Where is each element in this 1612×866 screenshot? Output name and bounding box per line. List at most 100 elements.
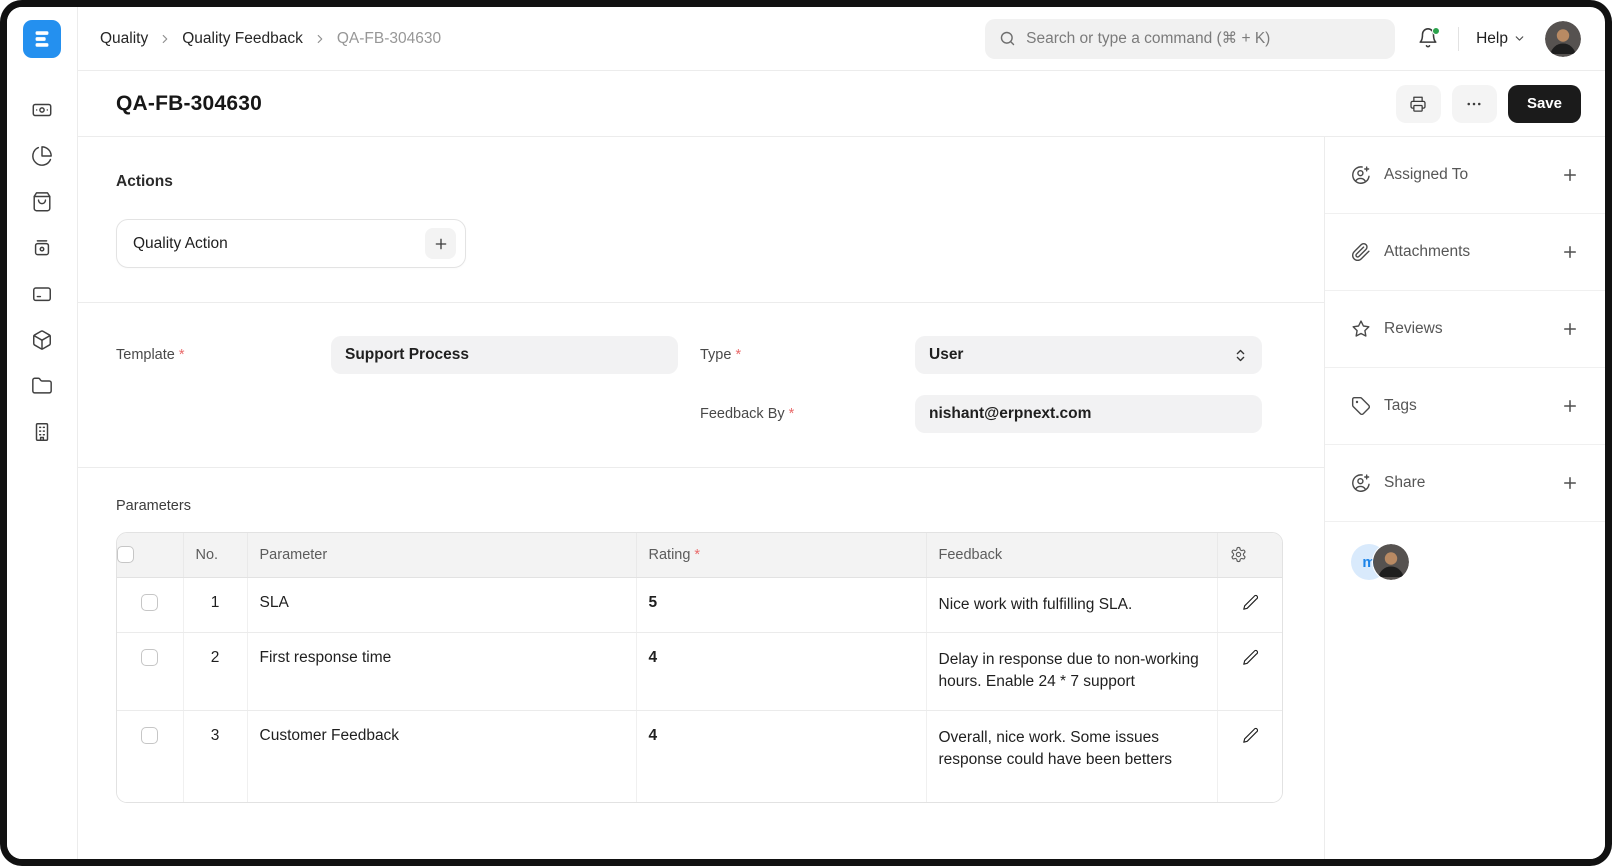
save-button[interactable]: Save — [1508, 85, 1581, 123]
table-row: 3 Customer Feedback 4 Overall, nice work… — [117, 710, 1283, 801]
print-button[interactable] — [1396, 85, 1441, 123]
topbar: Quality Quality Feedback QA-FB-304630 — [78, 7, 1605, 71]
chevron-down-icon — [1513, 32, 1526, 45]
search-input[interactable] — [1026, 30, 1381, 48]
row-checkbox[interactable] — [141, 649, 158, 666]
template-input[interactable]: Support Process — [331, 336, 678, 374]
reviews-section[interactable]: Reviews — [1325, 291, 1605, 368]
type-label: Type* — [700, 347, 915, 363]
user-photo-avatar[interactable] — [1372, 543, 1410, 581]
user-avatar[interactable] — [1545, 21, 1581, 57]
row-checkbox[interactable] — [141, 727, 158, 744]
actions-heading: Actions — [116, 173, 1284, 191]
cell-no: 2 — [183, 632, 247, 710]
erpnext-logo[interactable] — [23, 20, 61, 58]
table-settings-button[interactable] — [1217, 533, 1283, 577]
pencil-icon — [1242, 649, 1259, 666]
quality-action-card[interactable]: Quality Action — [116, 219, 466, 268]
cell-parameter: SLA — [247, 577, 636, 632]
help-label: Help — [1476, 30, 1508, 48]
add-review-button[interactable] — [1561, 320, 1579, 338]
app-window: Quality Quality Feedback QA-FB-304630 — [7, 7, 1605, 859]
user-plus-icon — [1351, 165, 1371, 185]
feedback-by-label: Feedback By* — [700, 406, 915, 422]
form-section: Template* Support Process Type* User — [78, 303, 1324, 468]
select-all-checkbox[interactable] — [117, 546, 134, 563]
column-header-no: No. — [183, 533, 247, 577]
chevron-right-icon — [313, 32, 327, 46]
reviews-label: Reviews — [1384, 320, 1443, 338]
search-icon — [999, 30, 1016, 47]
cell-rating: 5 — [636, 577, 926, 632]
chevron-right-icon — [158, 32, 172, 46]
building-icon[interactable] — [31, 421, 53, 443]
type-select[interactable]: User — [915, 336, 1262, 374]
edit-row-button[interactable] — [1217, 577, 1283, 632]
shopping-bag-icon[interactable] — [31, 191, 53, 213]
more-options-button[interactable] — [1452, 85, 1497, 123]
cell-parameter: First response time — [247, 632, 636, 710]
actions-section: Actions Quality Action — [78, 137, 1324, 303]
assigned-to-section[interactable]: Assigned To — [1325, 137, 1605, 214]
help-menu[interactable]: Help — [1476, 30, 1526, 48]
credit-card-icon[interactable] — [31, 283, 53, 305]
plus-icon — [1561, 397, 1579, 415]
main-content: Actions Quality Action Template* — [78, 137, 1324, 859]
notifications-bell-icon[interactable] — [1417, 27, 1441, 51]
edit-row-button[interactable] — [1217, 632, 1283, 710]
printer-icon — [1409, 95, 1427, 113]
required-asterisk: * — [735, 347, 741, 363]
form-left-column: Template* Support Process — [116, 336, 700, 433]
add-tag-button[interactable] — [1561, 397, 1579, 415]
pencil-icon — [1242, 727, 1259, 744]
nav-rail — [7, 7, 78, 859]
share-section[interactable]: Share — [1325, 445, 1605, 522]
form-right-column: Type* User Feedback By* nishant@erpnext.… — [700, 336, 1284, 433]
user-plus-icon — [1351, 473, 1371, 493]
add-assignment-button[interactable] — [1561, 166, 1579, 184]
table-row: 2 First response time 4 Delay in respons… — [117, 632, 1283, 710]
breadcrumb-current: QA-FB-304630 — [337, 30, 441, 48]
plus-icon — [1561, 166, 1579, 184]
package-icon[interactable] — [31, 329, 53, 351]
add-quality-action-button[interactable] — [425, 228, 456, 259]
attachments-section[interactable]: Attachments — [1325, 214, 1605, 291]
plus-icon — [1561, 243, 1579, 261]
template-field-row: Template* Support Process — [116, 336, 700, 374]
cell-rating: 4 — [636, 710, 926, 801]
add-attachment-button[interactable] — [1561, 243, 1579, 261]
pie-chart-icon[interactable] — [31, 145, 53, 167]
search-bar[interactable] — [985, 19, 1395, 59]
feedback-by-field-row: Feedback By* nishant@erpnext.com — [700, 395, 1284, 433]
shared-users: m — [1325, 522, 1605, 602]
cell-feedback: Overall, nice work. Some issues response… — [926, 710, 1217, 801]
parameters-heading: Parameters — [116, 498, 1284, 514]
breadcrumb-quality-feedback[interactable]: Quality Feedback — [182, 30, 303, 48]
plus-icon — [433, 236, 449, 252]
plus-icon — [1561, 320, 1579, 338]
plus-icon — [1561, 474, 1579, 492]
feedback-by-input[interactable]: nishant@erpnext.com — [915, 395, 1262, 433]
breadcrumb-quality[interactable]: Quality — [100, 30, 148, 48]
edit-row-button[interactable] — [1217, 710, 1283, 801]
cash-register-icon[interactable] — [31, 237, 53, 259]
cell-feedback: Delay in response due to non-working hou… — [926, 632, 1217, 710]
template-label: Template* — [116, 347, 331, 363]
screenshot-frame: Quality Quality Feedback QA-FB-304630 — [0, 0, 1612, 866]
erpnext-logo-glyph — [31, 28, 53, 50]
unread-notification-dot — [1432, 27, 1440, 35]
paperclip-icon — [1351, 242, 1371, 262]
folder-icon[interactable] — [31, 375, 53, 397]
row-checkbox[interactable] — [141, 594, 158, 611]
column-header-feedback: Feedback — [926, 533, 1217, 577]
column-header-parameter: Parameter — [247, 533, 636, 577]
parameters-table: No. Parameter Rating* Feedback — [116, 532, 1283, 803]
titlebar: QA-FB-304630 Save — [78, 71, 1605, 137]
cell-parameter: Customer Feedback — [247, 710, 636, 801]
star-icon — [1351, 319, 1371, 339]
banknote-icon[interactable] — [31, 99, 53, 121]
parameters-section: Parameters No. Parameter Rating* — [78, 468, 1324, 803]
table-row: 1 SLA 5 Nice work with fulfilling SLA. — [117, 577, 1283, 632]
add-share-button[interactable] — [1561, 474, 1579, 492]
tags-section[interactable]: Tags — [1325, 368, 1605, 445]
